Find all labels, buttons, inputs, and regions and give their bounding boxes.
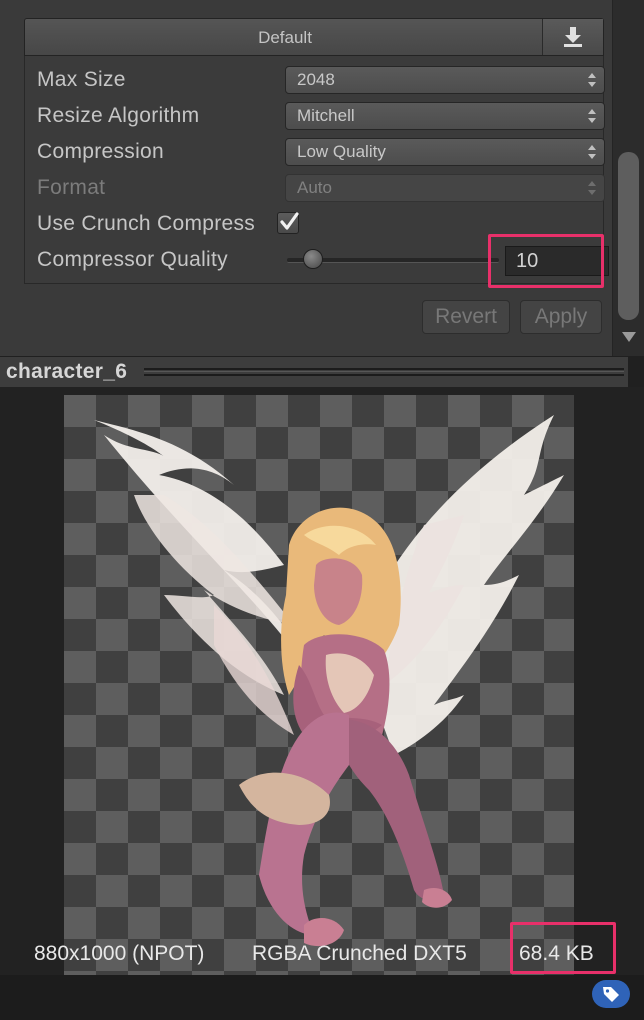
size-highlight-box bbox=[510, 922, 616, 974]
format-dropdown: Auto bbox=[285, 174, 605, 202]
compressor-quality-label: Compressor Quality bbox=[37, 248, 228, 271]
updown-arrows-icon bbox=[588, 73, 596, 87]
updown-arrows-icon bbox=[588, 109, 596, 123]
compressor-quality-slider-thumb[interactable] bbox=[303, 249, 324, 269]
compression-dropdown[interactable]: Low Quality bbox=[285, 138, 605, 166]
revert-button[interactable]: Revert bbox=[422, 300, 510, 334]
max-size-value: 2048 bbox=[297, 70, 335, 89]
texture-format: RGBA Crunched DXT5 bbox=[252, 942, 467, 965]
updown-arrows-icon bbox=[588, 181, 596, 195]
texture-dimensions: 880x1000 (NPOT) bbox=[34, 942, 205, 965]
format-value: Auto bbox=[297, 178, 332, 197]
download-icon bbox=[564, 27, 582, 47]
quality-highlight-box bbox=[488, 234, 604, 288]
inspector-scrollbar[interactable] bbox=[612, 0, 644, 356]
resize-algorithm-value: Mitchell bbox=[297, 106, 355, 125]
tag-icon bbox=[603, 987, 619, 1002]
scroll-down-arrow-icon[interactable] bbox=[622, 332, 636, 342]
platform-tab-default[interactable]: Default bbox=[25, 19, 545, 55]
preview-header: character_6 bbox=[0, 356, 628, 388]
scrollbar-thumb[interactable] bbox=[618, 152, 639, 320]
resize-algorithm-label: Resize Algorithm bbox=[37, 104, 200, 127]
use-crunch-checkbox[interactable] bbox=[277, 212, 299, 234]
max-size-label: Max Size bbox=[37, 68, 126, 91]
max-size-dropdown[interactable]: 2048 bbox=[285, 66, 605, 94]
apply-button[interactable]: Apply bbox=[520, 300, 602, 334]
transparency-checkerboard bbox=[64, 395, 574, 975]
platform-tab-bar: Default bbox=[24, 18, 604, 56]
compression-row: Compression Low Quality bbox=[37, 137, 605, 167]
preview-footer bbox=[0, 975, 644, 1020]
compression-label: Compression bbox=[37, 140, 165, 163]
import-settings-panel: Default Max Size 2048 Resize Algorithm M… bbox=[0, 0, 644, 356]
texture-preview: 880x1000 (NPOT) RGBA Crunched DXT5 68.4 … bbox=[0, 387, 644, 1020]
max-size-row: Max Size 2048 bbox=[37, 65, 605, 95]
character-image bbox=[94, 415, 564, 947]
download-button[interactable] bbox=[542, 19, 603, 55]
compression-value: Low Quality bbox=[297, 142, 386, 161]
preview-title: character_6 bbox=[6, 360, 128, 383]
resize-algorithm-dropdown[interactable]: Mitchell bbox=[285, 102, 605, 130]
updown-arrows-icon bbox=[588, 145, 596, 159]
format-label: Format bbox=[37, 176, 106, 199]
preview-resize-grip[interactable] bbox=[144, 368, 624, 376]
format-row: Format Auto bbox=[37, 173, 605, 203]
resize-algorithm-row: Resize Algorithm Mitchell bbox=[37, 101, 605, 131]
asset-labels-button[interactable] bbox=[592, 980, 630, 1008]
checkmark-icon bbox=[280, 212, 299, 230]
use-crunch-label: Use Crunch Compress bbox=[37, 212, 256, 235]
